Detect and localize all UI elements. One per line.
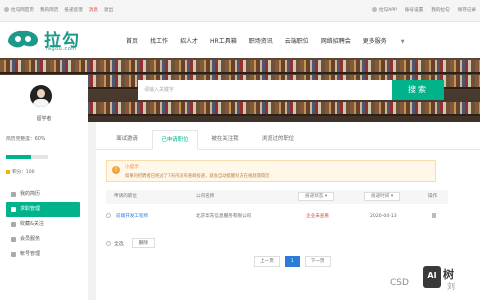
next-page-button[interactable]: 下一页 [304,256,331,267]
nav-item-career-news[interactable]: 职场资讯 [249,36,273,45]
nav-item-recruit[interactable]: 招人才 [180,36,198,45]
notice-text: 如果对招聘者已经过了7天内没有查阅投递，就会自动提醒对方在线处理简历 [125,174,270,179]
watermark-ai-logo: AI [423,266,441,288]
main-nav: 首页 找工作 招人才 HR工具箱 职场资讯 云端职位 网络招聘会 更多服务 ▼ [126,36,429,45]
gear-icon [11,252,16,257]
tab-bar: 面试邀请 已申请职位 被在关注我 浏览过的职位 [96,130,480,150]
sidebar-item-job-management[interactable]: 求职管理 [6,202,80,217]
alert-icon: ! [112,166,120,174]
search-input[interactable]: 请输入关键字 [138,80,392,100]
nav-item-home[interactable]: 首页 [126,36,138,45]
nav-item-cloud-jobs[interactable]: 云端职位 [285,36,309,45]
nav-item-more-services[interactable]: 更多服务 ▼ [363,36,417,45]
resume-progress-bar [6,155,48,159]
avatar-face [37,89,45,98]
briefcase-icon [11,207,16,212]
watermark-tail: 刘 [447,282,455,291]
shelf-line [0,72,480,74]
my-lagou-link[interactable]: 我的拉勾 [431,7,449,13]
search-button[interactable]: 搜索 [392,80,444,100]
row-position-link[interactable]: 前端开发工程师 [116,208,148,226]
app-link[interactable]: 拉勾APP [371,7,397,13]
nav-item-job-fair[interactable]: 网络招聘会 [321,36,351,45]
top-utility-bar: 拉勾网首页 我的简历 投递反馈 消息 退出 拉勾APP 账号设置 我的拉勾 保存… [0,0,480,22]
watermark: CSD AI 树 刘 [390,264,480,300]
row-company: 北京华东信息服务有限公司 [196,214,252,219]
coin-icon [6,169,10,174]
resume-icon [11,192,16,197]
table-header: 申请的职位 公司名称 投递状态 ▾ 投递时间 ▾ 操作 [106,190,448,204]
delete-button[interactable]: 删除 [131,238,156,248]
search-bar: 请输入关键字 搜索 [138,80,444,100]
bulk-actions: 全选 删除 [106,238,156,248]
site-header: 拉勾 lagou.com 首页 找工作 招人才 HR工具箱 职场资讯 云端职位 … [0,22,480,58]
resume-progress-fill [6,155,32,159]
col-company: 公司名称 [196,194,215,199]
watermark-cn: 树 [443,268,454,281]
checkbox-icon [106,213,111,218]
bookshelf-row [0,60,480,72]
tab-interview-invites[interactable]: 面试邀请 [106,130,148,150]
side-menu: 我的简历 求职管理 收藏&关注 会员服务 帐号管理 [0,187,88,262]
notice-title: 小提示 [125,165,139,170]
chevron-down-icon: ▼ [400,39,405,45]
table-row: 前端开发工程师 北京华东信息服务有限公司 企业未查看 2020-04-13 [106,208,448,226]
tab-applied-jobs[interactable]: 已申请职位 [152,130,198,150]
page-1-button[interactable]: 1 [284,256,300,267]
col-position: 申请的职位 [114,194,137,199]
feedback-link[interactable]: 投递反馈 [64,7,82,13]
user-name: 留学者 [36,116,52,122]
account-settings-link[interactable]: 账号设置 [405,7,423,13]
sidebar-item-my-resume[interactable]: 我的简历 [0,187,88,202]
nav-item-find-jobs[interactable]: 找工作 [150,36,168,45]
sidebar-item-account[interactable]: 帐号管理 [0,247,88,262]
home-icon [4,7,9,12]
avatar-shirt [33,99,49,107]
avatar[interactable] [30,85,52,107]
nav-item-hr-tools[interactable]: HR工具箱 [210,36,237,45]
watermark-csd: CSD [390,278,409,288]
logo-mark-icon [8,30,38,48]
checkbox-icon [106,240,111,246]
date-filter[interactable]: 投递时间 ▾ [364,190,401,204]
member-icon [11,237,16,242]
row-status: 企业未查看 [306,214,329,219]
prev-page-button[interactable]: 上一页 [254,256,280,267]
pagination: 上一页 1 下一页 [254,256,331,267]
select-all-checkbox[interactable]: 全选 [106,240,124,247]
tab-viewed-jobs[interactable]: 浏览过的职位 [252,130,304,150]
sidebar-item-favorites[interactable]: 收藏&关注 [0,217,88,232]
history-link[interactable]: 保存记录 [458,7,476,13]
tip-notice: ! 小提示 如果对招聘者已经过了7天内没有查阅投递，就会自动提醒对方在线处理简历 [106,160,436,182]
resume-completeness: 简历完整度：60% [6,137,46,142]
messages-link[interactable]: 消息 [89,7,98,13]
row-delete-button[interactable] [432,208,436,226]
row-checkbox[interactable] [106,208,114,226]
star-icon [11,222,16,227]
home-link[interactable]: 拉勾网首页 [4,7,34,13]
site-logo[interactable]: 拉勾 lagou.com [6,25,88,55]
my-resume-link[interactable]: 我的简历 [40,7,58,13]
sidebar-item-membership[interactable]: 会员服务 [0,232,88,247]
logo-url: lagou.com [46,46,77,52]
profile-sidebar: 留学者 简历完整度：60% 积分：100 我的简历 求职管理 收藏&关注 会员服… [0,75,88,300]
col-actions: 操作 [428,194,438,199]
trash-icon [432,213,436,218]
points-score: 积分：100 [6,169,35,175]
phone-icon [371,7,377,12]
status-filter[interactable]: 投递状态 ▾ [298,190,335,204]
row-date: 2020-04-13 [370,214,397,219]
tab-followers[interactable]: 被在关注我 [202,130,248,150]
logout-link[interactable]: 退出 [104,7,113,13]
